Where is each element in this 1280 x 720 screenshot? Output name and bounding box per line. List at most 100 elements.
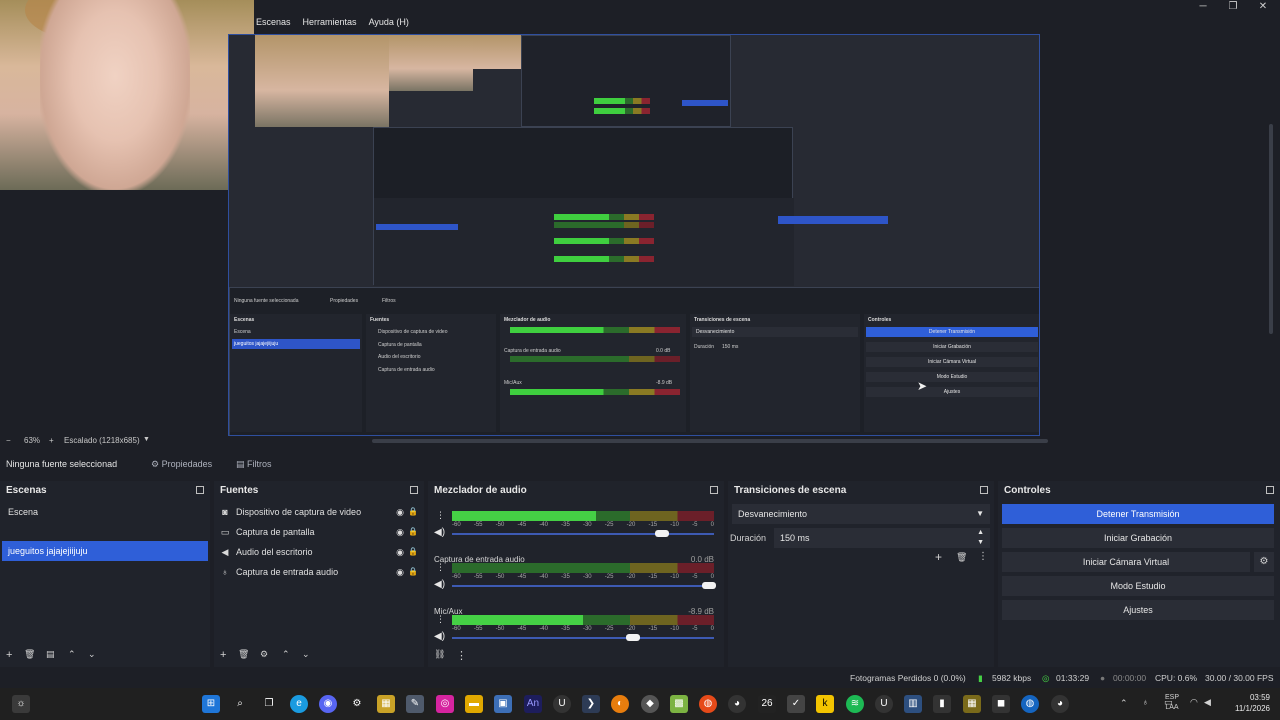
filters-button[interactable]: ▤ Filtros [236, 456, 272, 472]
move-up-icon[interactable]: ⌃ [282, 649, 290, 660]
more-options-icon[interactable]: ⋮ [456, 649, 467, 662]
minecraft-icon[interactable]: ▩ [670, 695, 688, 713]
discord-icon[interactable]: ◉ [319, 695, 337, 713]
obs-icon[interactable]: ◕ [728, 695, 746, 713]
lock-icon[interactable]: 🔒 [408, 502, 418, 522]
start-icon[interactable]: ⊞ [202, 695, 220, 713]
gear-icon[interactable]: ⚙ [1254, 552, 1274, 572]
lock-icon[interactable]: 🔒 [408, 522, 418, 542]
instagram-icon[interactable]: ◎ [436, 695, 454, 713]
epic-icon[interactable]: ✓ [787, 695, 805, 713]
app-icon[interactable]: ◼ [992, 695, 1010, 713]
lock-icon[interactable]: 🔒 [408, 562, 418, 582]
start-virtual-camera-button[interactable]: Iniciar Cámara Virtual [1002, 552, 1250, 572]
globe-icon[interactable]: ◍ [1021, 695, 1039, 713]
properties-button[interactable]: ⚙ Propiedades [151, 456, 212, 472]
volume-slider[interactable] [452, 582, 716, 589]
preview-horizontal-scrollbar[interactable] [372, 439, 1048, 443]
folder-icon[interactable]: ▬ [465, 695, 483, 713]
source-item[interactable]: ◙ Dispositivo de captura de video ◉ 🔒 [214, 502, 424, 522]
app-icon[interactable]: ▦ [377, 695, 395, 713]
trash-icon[interactable]: 🗑 [238, 649, 249, 660]
source-item[interactable]: ♁ Captura de entrada audio ◉ 🔒 [214, 562, 424, 582]
app-counter[interactable]: 26 [758, 695, 776, 713]
link-icon[interactable]: ⛓ [434, 649, 445, 660]
app-icon[interactable]: k [816, 695, 834, 713]
settings-icon[interactable]: ⚙ [348, 695, 366, 713]
app-icon[interactable]: ◆ [641, 695, 659, 713]
more-options-icon[interactable]: ⋮ [978, 551, 988, 562]
more-options-icon[interactable]: ⋮ [436, 614, 445, 625]
search-icon[interactable]: ⌕ [231, 695, 249, 713]
preview-canvas[interactable]: Ninguna fuente seleccionada Propiedades … [228, 34, 1040, 436]
speaker-icon[interactable]: ◀) [434, 527, 445, 538]
language-indicator[interactable]: ESP LAA [1160, 693, 1184, 713]
clock[interactable]: 03:59 11/1/2026 [1235, 692, 1270, 714]
source-item[interactable]: ◀ Audio del escritorio ◉ 🔒 [214, 542, 424, 562]
menu-ayuda[interactable]: Ayuda (H) [369, 17, 409, 27]
spin-icon[interactable]: ▲ ▼ [977, 528, 984, 548]
start-recording-button[interactable]: Iniciar Grabación [1002, 528, 1274, 548]
microphone-icon[interactable]: ♁ [1142, 697, 1149, 707]
vscode-icon[interactable]: ❯ [582, 695, 600, 713]
gear-icon[interactable]: ⚙ [260, 649, 268, 660]
more-options-icon[interactable]: ⋮ [436, 510, 445, 521]
app-icon[interactable]: ◍ [699, 695, 717, 713]
undock-icon[interactable] [710, 486, 718, 494]
animate-icon[interactable]: An [524, 695, 542, 713]
eye-icon[interactable]: ◉ [396, 502, 404, 522]
settings-button[interactable]: Ajustes [1002, 600, 1274, 620]
maximize-button[interactable]: ❐ [1218, 0, 1248, 14]
move-down-icon[interactable]: ⌄ [302, 649, 310, 660]
volume-slider[interactable] [452, 634, 714, 641]
close-button[interactable]: ✕ [1248, 0, 1278, 14]
undock-icon[interactable] [980, 486, 988, 494]
store-icon[interactable]: ▣ [494, 695, 512, 713]
unity-icon[interactable]: U [875, 695, 893, 713]
menu-escenas[interactable]: Escenas [256, 17, 291, 27]
lock-icon[interactable]: 🔒 [408, 542, 418, 562]
menu-herramientas[interactable]: Herramientas [303, 17, 357, 27]
more-options-icon[interactable]: ⋮ [436, 562, 445, 573]
undock-icon[interactable] [1266, 486, 1274, 494]
duration-spinbox[interactable]: 150 ms ▲ ▼ [774, 528, 990, 548]
task-view-icon[interactable]: ❐ [260, 695, 278, 713]
volume-slider-handle[interactable] [701, 582, 716, 589]
volume-slider[interactable] [452, 530, 714, 537]
app-icon[interactable]: ▥ [904, 695, 922, 713]
blender-icon[interactable]: ◐ [611, 695, 629, 713]
scale-mode[interactable]: Escalado (1218x685) [64, 436, 140, 445]
move-down-icon[interactable]: ⌄ [88, 649, 96, 660]
stop-stream-button[interactable]: Detener Transmisión [1002, 504, 1274, 524]
studio-mode-button[interactable]: Modo Estudio [1002, 576, 1274, 596]
speaker-icon[interactable]: ◀) [434, 579, 445, 590]
widgets-icon[interactable]: ☼ [12, 695, 30, 713]
eye-icon[interactable]: ◉ [396, 542, 404, 562]
volume-slider-handle[interactable] [654, 530, 669, 537]
transition-select[interactable]: Desvanecimiento ▼ [732, 504, 990, 524]
scene-item[interactable]: Escena [2, 502, 208, 522]
speaker-icon[interactable]: ◀) [434, 631, 445, 642]
add-icon[interactable]: + [6, 649, 12, 661]
chevron-up-icon[interactable]: ⌃ [1120, 698, 1128, 709]
add-icon[interactable]: + [935, 550, 942, 564]
eye-icon[interactable]: ◉ [396, 522, 404, 542]
scale-dropdown-icon[interactable]: ▼ [143, 436, 150, 443]
minimize-button[interactable]: ─ [1188, 0, 1218, 14]
app-icon[interactable]: ▦ [963, 695, 981, 713]
filter-icon[interactable]: ▤ [46, 649, 55, 660]
undock-icon[interactable] [196, 486, 204, 494]
add-icon[interactable]: + [220, 649, 226, 661]
scene-item-selected[interactable]: jueguitos jajajejiijuju [2, 541, 208, 561]
zoom-in-button[interactable]: + [49, 436, 54, 445]
preview-vertical-scrollbar[interactable] [1268, 34, 1274, 334]
obs-recording-icon[interactable]: ◕ [1051, 695, 1069, 713]
unreal-icon[interactable]: U [553, 695, 571, 713]
source-item[interactable]: ▭ Captura de pantalla ◉ 🔒 [214, 522, 424, 542]
move-up-icon[interactable]: ⌃ [68, 649, 76, 660]
deezer-icon[interactable]: ▮ [933, 695, 951, 713]
app-icon[interactable]: ✎ [406, 695, 424, 713]
wifi-icon[interactable]: ◠ [1190, 697, 1198, 708]
trash-icon[interactable]: 🗑 [24, 649, 35, 660]
volume-icon[interactable]: ◀ [1204, 697, 1211, 708]
